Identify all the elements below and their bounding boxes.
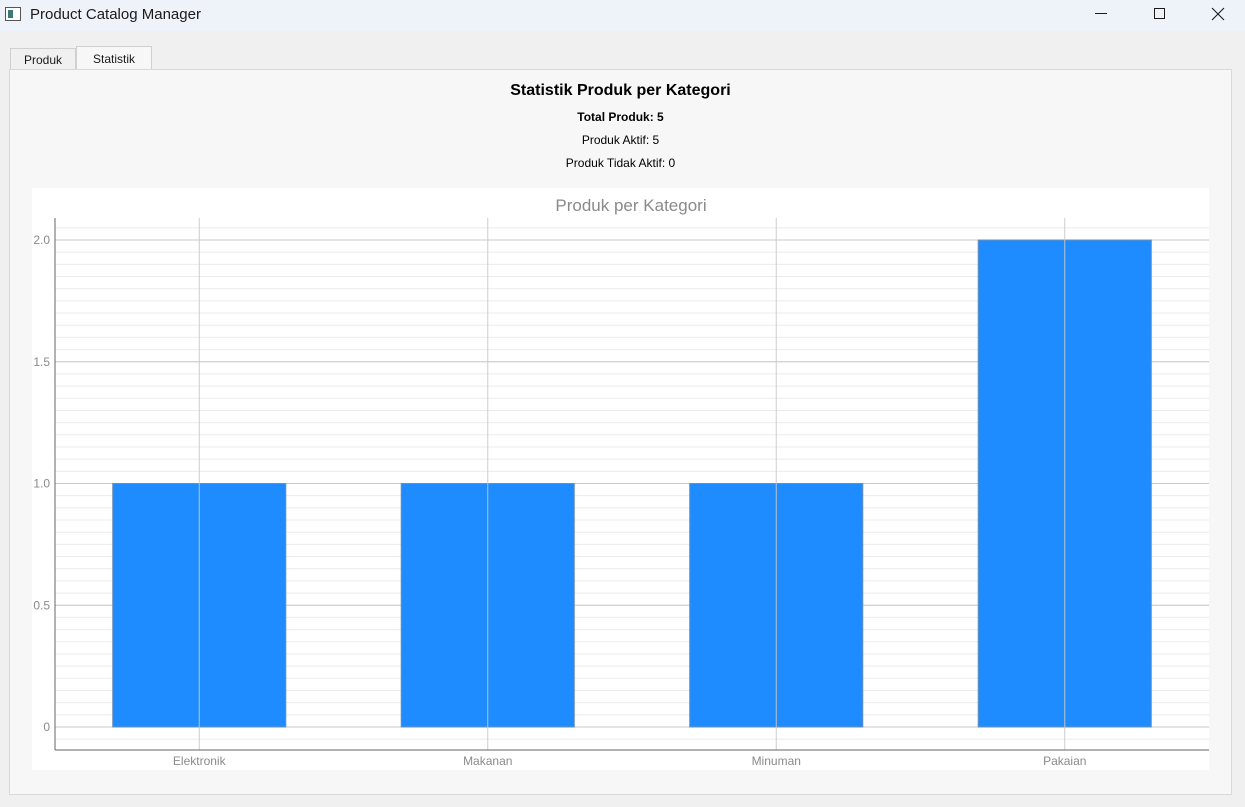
x-tick-label: Pakaian bbox=[1043, 754, 1086, 768]
title-bar: Product Catalog Manager bbox=[0, 0, 1245, 31]
y-tick-label: 2.0 bbox=[33, 233, 50, 247]
window-title: Product Catalog Manager bbox=[30, 6, 201, 23]
tab-statistik[interactable]: Statistik bbox=[76, 46, 152, 70]
x-tick-label: Elektronik bbox=[173, 754, 227, 768]
y-tick-label: 1.0 bbox=[33, 477, 50, 491]
y-tick-label: 1.5 bbox=[33, 355, 50, 369]
x-tick-label: Makanan bbox=[463, 754, 512, 768]
close-button[interactable] bbox=[1188, 0, 1245, 31]
app-icon bbox=[5, 7, 21, 21]
produk-aktif-label: Produk Aktif: 5 bbox=[581, 133, 660, 147]
chart-area: Produk per Kategori 0 0.5 1.0 1.5 2.0 Elektro… bbox=[32, 188, 1209, 770]
minimize-icon bbox=[1095, 13, 1107, 14]
x-tick-label: Minuman bbox=[752, 754, 801, 768]
chart-title: Produk per Kategori bbox=[555, 196, 706, 215]
y-tick-label: 0 bbox=[43, 720, 50, 734]
close-icon bbox=[1211, 7, 1225, 21]
minimize-button[interactable] bbox=[1072, 0, 1130, 31]
produk-tidak-aktif-label: Produk Tidak Aktif: 0 bbox=[565, 156, 676, 170]
stats-heading: Statistik Produk per Kategori bbox=[510, 82, 731, 99]
maximize-button[interactable] bbox=[1130, 0, 1188, 31]
y-tick-label: 0.5 bbox=[33, 598, 50, 612]
app-window: Product Catalog Manager Produk Statistik… bbox=[0, 0, 1245, 807]
tab-produk[interactable]: Produk bbox=[10, 48, 76, 70]
bar-chart: Produk per Kategori 0 0.5 1.0 1.5 2.0 Elektro… bbox=[33, 196, 1209, 768]
total-produk-label: Total Produk: 5 bbox=[577, 110, 664, 124]
maximize-icon bbox=[1154, 8, 1165, 19]
